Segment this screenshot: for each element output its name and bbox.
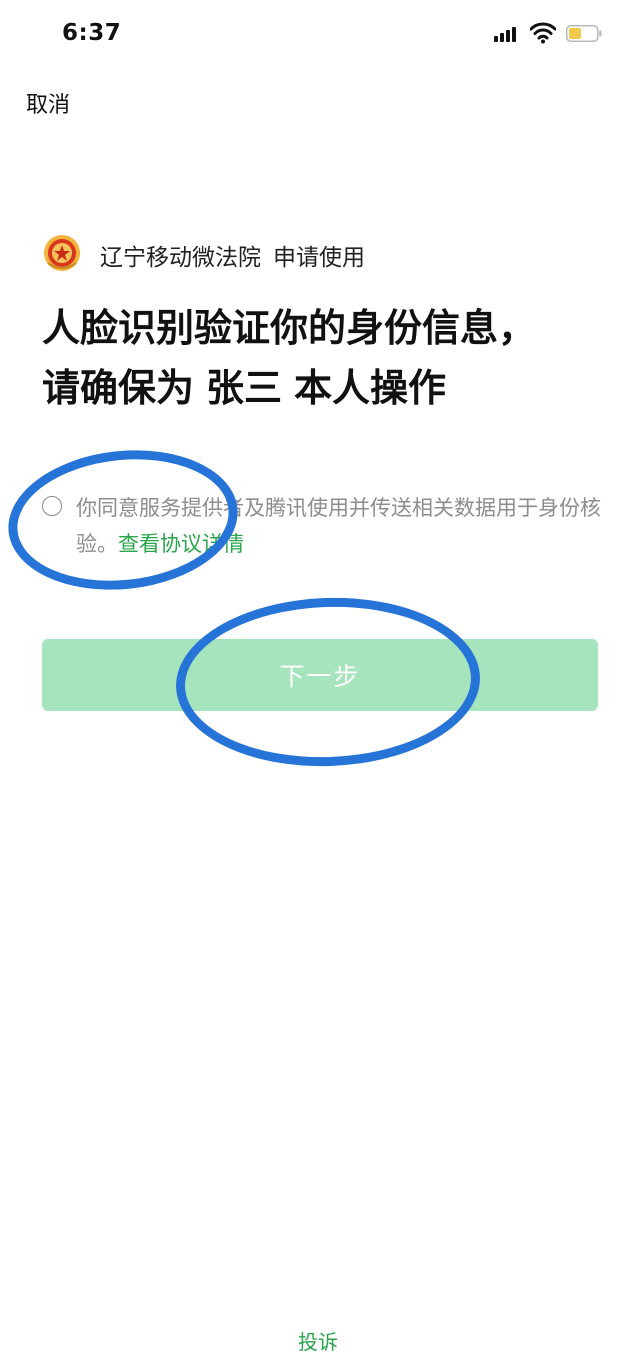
battery-icon (566, 25, 602, 42)
headline-suffix: 本人操作 (294, 366, 447, 410)
headline-line-2: 请确保为 张三 本人操作 (42, 358, 602, 418)
headline-line-1: 人脸识别验证你的身份信息， (42, 306, 537, 350)
agreement-text: 你同意服务提供者及腾讯使用并传送相关数据用于身份核验。查看协议详情 (76, 490, 606, 562)
user-name: 张三 (206, 366, 283, 410)
wifi-icon (530, 22, 556, 44)
agreement-details-link[interactable]: 查看协议详情 (118, 532, 244, 556)
page-title: 人脸识别验证你的身份信息， 请确保为 张三 本人操作 (42, 298, 602, 418)
cancel-button[interactable]: 取消 (26, 87, 70, 119)
next-button[interactable]: 下一步 (42, 639, 598, 711)
court-emblem-icon (44, 235, 80, 271)
app-action: 申请使用 (273, 245, 365, 271)
cellular-signal-icon (494, 26, 518, 42)
headline-prefix: 请确保为 (42, 366, 195, 410)
complaint-link[interactable]: 投诉 (298, 1326, 338, 1355)
status-time: 6:37 (62, 20, 122, 46)
app-name: 辽宁移动微法院 (100, 245, 261, 271)
agreement-radio[interactable] (42, 496, 62, 516)
